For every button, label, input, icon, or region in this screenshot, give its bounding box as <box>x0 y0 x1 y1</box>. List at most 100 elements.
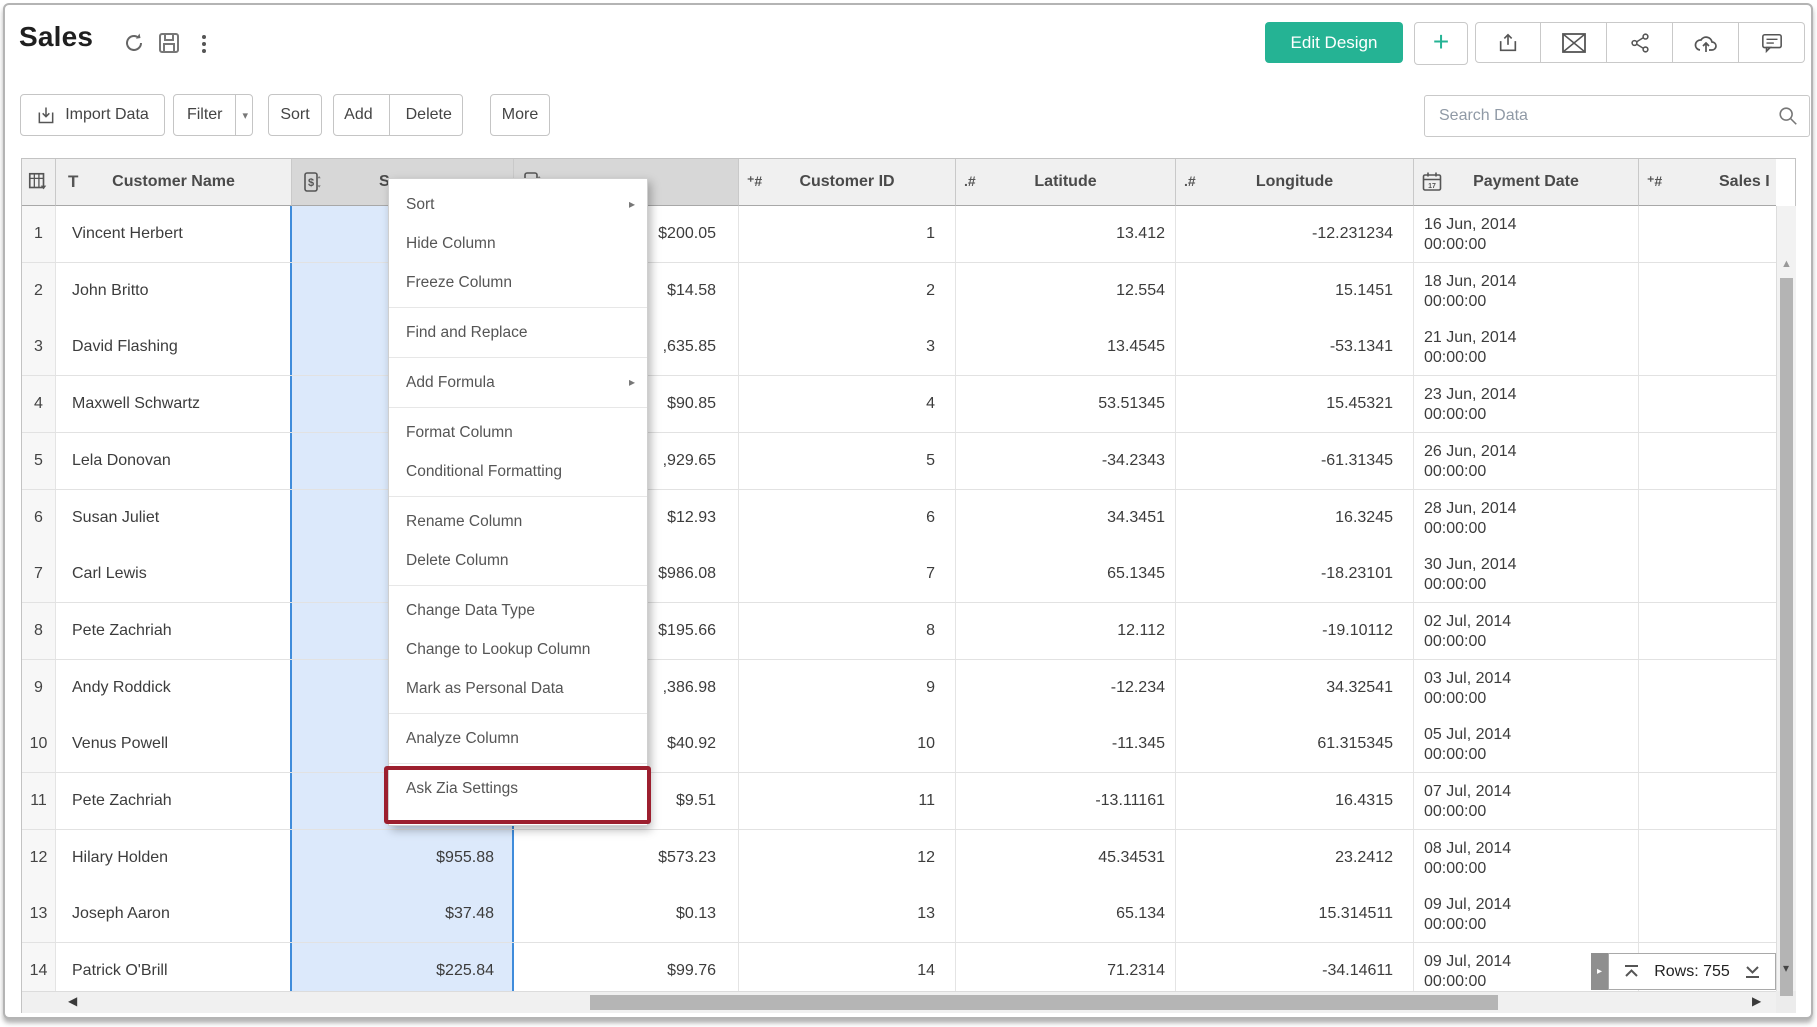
cell-latitude[interactable]: 45.34531 <box>956 830 1176 886</box>
cell-customer_name[interactable]: Maxwell Schwartz <box>56 376 292 432</box>
cell-latitude[interactable]: -12.234 <box>956 660 1176 716</box>
menu-item-mark-as-personal-data[interactable]: Mark as Personal Data <box>389 669 647 708</box>
share-button[interactable] <box>1607 22 1673 63</box>
scroll-right-icon[interactable]: ▶ <box>1752 994 1761 1008</box>
cell-longitude[interactable]: -34.14611 <box>1176 943 1414 991</box>
cell-longitude[interactable]: -53.1341 <box>1176 319 1414 375</box>
cell-customer_name[interactable]: Andy Roddick <box>56 660 292 716</box>
more-button[interactable]: More <box>490 94 550 136</box>
cell-latitude[interactable]: 34.3451 <box>956 490 1176 546</box>
horizontal-scrollbar[interactable]: ◀ ▶ <box>22 991 1776 1013</box>
cell-customer_id[interactable]: 14 <box>739 943 956 991</box>
cell-s_value[interactable]: $955.88 <box>290 830 514 886</box>
cell-num[interactable]: 3 <box>22 319 56 375</box>
cell-empty[interactable] <box>1639 773 1777 829</box>
cell-customer_id[interactable]: 3 <box>739 319 956 375</box>
edit-design-button[interactable]: Edit Design <box>1265 22 1403 63</box>
cell-customer_id[interactable]: 11 <box>739 773 956 829</box>
menu-item-analyze-column[interactable]: Analyze Column <box>389 719 647 758</box>
cell-payment_date[interactable]: 02 Jul, 201400:00:00 <box>1414 603 1639 659</box>
cell-latitude[interactable]: 13.4545 <box>956 319 1176 375</box>
cell-longitude[interactable]: -18.23101 <box>1176 546 1414 602</box>
cell-payment_date[interactable]: 07 Jul, 201400:00:00 <box>1414 773 1639 829</box>
rows-widget-caret-button[interactable]: ▾ <box>1777 955 1795 981</box>
cell-payment_date[interactable]: 09 Jul, 201400:00:00 <box>1414 886 1639 942</box>
menu-item-freeze-column[interactable]: Freeze Column <box>389 263 647 302</box>
cell-longitude[interactable]: 34.32541 <box>1176 660 1414 716</box>
cell-empty[interactable] <box>1639 660 1777 716</box>
menu-item-conditional-formatting[interactable]: Conditional Formatting <box>389 452 647 491</box>
cell-s_value[interactable]: $37.48 <box>290 886 514 942</box>
cell-latitude[interactable]: 65.134 <box>956 886 1176 942</box>
email-button[interactable] <box>1541 22 1607 63</box>
export-button[interactable] <box>1475 22 1541 63</box>
cell-payment_date[interactable]: 08 Jul, 201400:00:00 <box>1414 830 1639 886</box>
select-all-header[interactable] <box>22 159 56 206</box>
cell-longitude[interactable]: 16.4315 <box>1176 773 1414 829</box>
filter-button[interactable]: Filter <box>171 95 235 135</box>
cell-longitude[interactable]: 61.315345 <box>1176 716 1414 772</box>
cell-customer_name[interactable]: John Britto <box>56 263 292 319</box>
cell-customer_name[interactable]: Pete Zachriah <box>56 773 292 829</box>
menu-item-change-to-lookup-column[interactable]: Change to Lookup Column <box>389 630 647 669</box>
cell-amount[interactable]: $99.76 <box>514 943 739 991</box>
cell-num[interactable]: 1 <box>22 206 56 262</box>
cell-empty[interactable] <box>1639 319 1777 375</box>
cell-longitude[interactable]: 15.314511 <box>1176 886 1414 942</box>
cell-payment_date[interactable]: 23 Jun, 201400:00:00 <box>1414 376 1639 432</box>
cell-latitude[interactable]: 12.112 <box>956 603 1176 659</box>
cell-customer_name[interactable]: Hilary Holden <box>56 830 292 886</box>
cell-num[interactable]: 8 <box>22 603 56 659</box>
cell-empty[interactable] <box>1639 206 1777 262</box>
cell-payment_date[interactable]: 05 Jul, 201400:00:00 <box>1414 716 1639 772</box>
menu-item-ask-zia-settings[interactable]: Ask Zia Settings <box>389 769 647 808</box>
cell-latitude[interactable]: 65.1345 <box>956 546 1176 602</box>
cell-num[interactable]: 14 <box>22 943 56 991</box>
cell-num[interactable]: 7 <box>22 546 56 602</box>
cell-payment_date[interactable]: 03 Jul, 201400:00:00 <box>1414 660 1639 716</box>
cell-latitude[interactable]: -13.11161 <box>956 773 1176 829</box>
add-new-button[interactable]: + <box>1414 22 1468 65</box>
cell-customer_id[interactable]: 8 <box>739 603 956 659</box>
scroll-up-icon[interactable]: ▲ <box>1781 258 1792 270</box>
cell-payment_date[interactable]: 16 Jun, 201400:00:00 <box>1414 206 1639 262</box>
delete-button[interactable]: Delete <box>389 95 468 135</box>
cell-customer_name[interactable]: Joseph Aaron <box>56 886 292 942</box>
import-data-button[interactable]: Import Data <box>20 94 165 136</box>
cell-num[interactable]: 6 <box>22 490 56 546</box>
cell-customer_id[interactable]: 9 <box>739 660 956 716</box>
cell-amount[interactable]: $0.13 <box>514 886 739 942</box>
menu-item-find-and-replace[interactable]: Find and Replace <box>389 313 647 352</box>
column-header-payment-date[interactable]: 17 Payment Date <box>1414 159 1639 206</box>
menu-item-delete-column[interactable]: Delete Column <box>389 541 647 580</box>
cell-longitude[interactable]: 15.1451 <box>1176 263 1414 319</box>
cell-customer_name[interactable]: David Flashing <box>56 319 292 375</box>
cell-empty[interactable] <box>1639 603 1777 659</box>
sort-button[interactable]: Sort <box>268 94 322 136</box>
cell-customer_name[interactable]: Pete Zachriah <box>56 603 292 659</box>
cell-longitude[interactable]: -61.31345 <box>1176 433 1414 489</box>
cell-num[interactable]: 11 <box>22 773 56 829</box>
cell-customer_id[interactable]: 5 <box>739 433 956 489</box>
cell-customer_name[interactable]: Lela Donovan <box>56 433 292 489</box>
cell-latitude[interactable]: 53.51345 <box>956 376 1176 432</box>
cell-customer_id[interactable]: 4 <box>739 376 956 432</box>
more-options-kebab-button[interactable] <box>197 32 211 56</box>
cell-latitude[interactable]: 71.2314 <box>956 943 1176 991</box>
cell-empty[interactable] <box>1639 886 1777 942</box>
cell-customer_id[interactable]: 7 <box>739 546 956 602</box>
cell-customer_id[interactable]: 2 <box>739 263 956 319</box>
column-header-longitude[interactable]: .# Longitude <box>1176 159 1414 206</box>
column-header-customer-id[interactable]: ⁺# Customer ID <box>739 159 956 206</box>
go-to-last-row-button[interactable] <box>1744 964 1761 979</box>
cell-empty[interactable] <box>1639 433 1777 489</box>
cell-longitude[interactable]: -12.231234 <box>1176 206 1414 262</box>
cell-empty[interactable] <box>1639 546 1777 602</box>
cell-empty[interactable] <box>1639 263 1777 319</box>
scroll-left-icon[interactable]: ◀ <box>68 994 77 1008</box>
cell-customer_id[interactable]: 12 <box>739 830 956 886</box>
cell-customer_name[interactable]: Venus Powell <box>56 716 292 772</box>
cell-num[interactable]: 2 <box>22 263 56 319</box>
cell-num[interactable]: 9 <box>22 660 56 716</box>
cell-s_value[interactable]: $225.84 <box>290 943 514 991</box>
